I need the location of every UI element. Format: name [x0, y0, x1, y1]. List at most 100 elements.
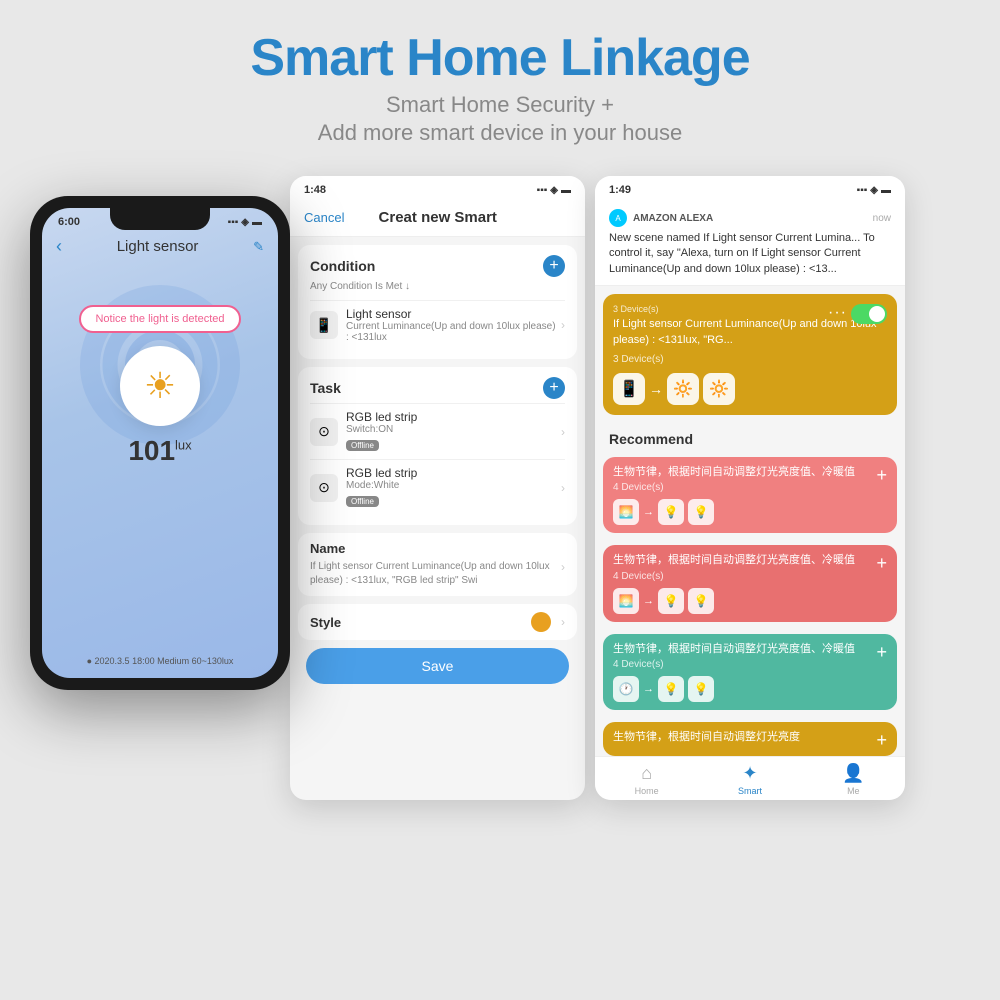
- rc1-icon3: 💡: [688, 499, 714, 525]
- save-button[interactable]: Save: [306, 648, 569, 684]
- active-scene-card[interactable]: 3 Device(s) If Light sensor Current Lumi…: [603, 294, 897, 415]
- rgb2-item[interactable]: ⊙ RGB led strip Mode:White Offline ›: [310, 459, 565, 515]
- toggle-circle: [869, 306, 885, 322]
- me-nav-icon: 👤: [842, 763, 864, 784]
- rc4-title: 生物节律，根据时间自动调整灯光亮度: [613, 730, 887, 745]
- subtitle-line1: Smart Home Security +: [20, 92, 980, 118]
- screen1-time: 1:48: [304, 184, 326, 196]
- rc2-icon3: 💡: [688, 588, 714, 614]
- rc1-icon2: 💡: [658, 499, 684, 525]
- arrow-icon: →: [649, 381, 663, 397]
- screen2-signal-icon: ▪▪▪: [857, 185, 868, 196]
- rgb1-icon: ⊙: [310, 418, 338, 446]
- device-icon-2: 🔆: [667, 373, 699, 405]
- rc2-icon1: 🌅: [613, 588, 639, 614]
- rgb2-sub: Mode:White: [346, 480, 557, 491]
- phone-status-icons: ▪▪▪ ◈ ▬: [228, 217, 262, 228]
- app-screens: 1:48 ▪▪▪ ◈ ▬ Cancel Creat new Smart Cond…: [290, 176, 970, 800]
- light-sensor-item[interactable]: 📱 Light sensor Current Luminance(Up and …: [310, 300, 565, 349]
- add-condition-button[interactable]: +: [543, 255, 565, 277]
- add-rc4-button[interactable]: +: [876, 730, 887, 751]
- phone-notch: [110, 208, 210, 230]
- style-color-dot: [531, 612, 551, 632]
- style-section[interactable]: Style ›: [298, 604, 577, 640]
- alexa-notification: A AMAZON ALEXA now New scene named If Li…: [595, 201, 905, 286]
- screen1-status-bar: 1:48 ▪▪▪ ◈ ▬: [290, 176, 585, 201]
- lux-unit: lux: [175, 438, 192, 453]
- rc1-icon1: 🌅: [613, 499, 639, 525]
- rc2-title: 生物节律，根据时间自动调整灯光亮度值、冷暖值: [613, 553, 887, 568]
- task-header: Task +: [310, 377, 565, 399]
- more-options-button[interactable]: ···: [828, 304, 847, 322]
- bottom-nav: ⌂ Home ✦ Smart 👤 Me: [595, 756, 905, 800]
- nav-smart[interactable]: ✦ Smart: [698, 763, 801, 796]
- rc1-title: 生物节律，根据时间自动调整灯光亮度值、冷暖值: [613, 465, 887, 480]
- screen1-header: Cancel Creat new Smart: [290, 201, 585, 237]
- task-section: Task + ⊙ RGB led strip Switch:ON Offline…: [298, 367, 577, 525]
- condition-subtitle: Any Condition Is Met ↓: [310, 281, 565, 292]
- rc2-arrow: →: [643, 595, 654, 607]
- name-value: If Light sensor Current Luminance(Up and…: [310, 560, 557, 588]
- recommend-card-2[interactable]: 生物节律，根据时间自动调整灯光亮度值、冷暖值 4 Device(s) 🌅 → 💡…: [603, 545, 897, 621]
- me-nav-label: Me: [847, 786, 860, 796]
- condition-section: Condition + Any Condition Is Met ↓ 📱 Lig…: [298, 245, 577, 359]
- recommend-card-1[interactable]: 生物节律，根据时间自动调整灯光亮度值、冷暖值 4 Device(s) 🌅 → 💡…: [603, 457, 897, 533]
- screen1-battery-icon: ▬: [561, 185, 571, 196]
- screen1-status-icons: ▪▪▪ ◈ ▬: [537, 185, 571, 196]
- rc3-icon2: 💡: [658, 676, 684, 702]
- home-nav-label: Home: [635, 786, 659, 796]
- main-title: Smart Home Linkage: [20, 28, 980, 88]
- name-label: Name: [310, 541, 565, 556]
- rgb2-icon: ⊙: [310, 474, 338, 502]
- lux-number: 101: [128, 435, 175, 466]
- active-scene-devices-label: 3 Device(s): [613, 354, 887, 365]
- nav-home[interactable]: ⌂ Home: [595, 763, 698, 796]
- light-sensor-sub: Current Luminance(Up and down 10lux plea…: [346, 321, 557, 343]
- style-label: Style: [310, 615, 341, 630]
- rc3-devices: 4 Device(s): [613, 659, 887, 670]
- recommend-label: Recommend: [595, 423, 905, 451]
- sun-icon-circle: ☀: [120, 346, 200, 426]
- back-arrow-icon[interactable]: ‹: [56, 236, 62, 257]
- notice-bubble: Notice the light is detected: [79, 305, 240, 333]
- screen1-signal-icon: ▪▪▪: [537, 185, 548, 196]
- phone-screen-title: Light sensor: [117, 238, 199, 255]
- task-title: Task: [310, 380, 341, 396]
- screen2-wifi-icon: ◈: [870, 185, 878, 196]
- rc1-devices: 4 Device(s): [613, 482, 887, 493]
- screen2-card: 1:49 ▪▪▪ ◈ ▬ A AMAZON ALEXA now New scen…: [595, 176, 905, 800]
- screen1-card: 1:48 ▪▪▪ ◈ ▬ Cancel Creat new Smart Cond…: [290, 176, 585, 800]
- name-chevron-icon[interactable]: ›: [561, 560, 565, 574]
- rgb1-item[interactable]: ⊙ RGB led strip Switch:ON Offline ›: [310, 403, 565, 459]
- rc3-title: 生物节律，根据时间自动调整灯光亮度值、冷暖值: [613, 642, 887, 657]
- rgb2-offline-badge: Offline: [346, 496, 379, 507]
- light-sensor-icon: 📱: [310, 311, 338, 339]
- alexa-header: A AMAZON ALEXA now: [609, 209, 891, 227]
- cancel-button[interactable]: Cancel: [304, 210, 344, 225]
- phone-time: 6:00: [58, 216, 80, 228]
- condition-header: Condition +: [310, 255, 565, 277]
- screen2-time: 1:49: [609, 184, 631, 196]
- recommend-card-4[interactable]: 生物节律，根据时间自动调整灯光亮度 +: [603, 722, 897, 755]
- recommend-card-3[interactable]: 生物节律，根据时间自动调整灯光亮度值、冷暖值 4 Device(s) 🕐 → 💡…: [603, 634, 897, 710]
- sun-symbol-icon: ☀: [144, 365, 176, 407]
- phone-bottom-info: ● 2020.3.5 18:00 Medium 60~130lux: [42, 656, 278, 666]
- rgb1-offline-badge: Offline: [346, 440, 379, 451]
- chevron-right-icon: ›: [561, 318, 565, 332]
- alexa-time: now: [873, 213, 891, 224]
- rgb2-chevron-icon: ›: [561, 481, 565, 495]
- nav-me[interactable]: 👤 Me: [802, 763, 905, 796]
- style-chevron-icon: ›: [561, 615, 565, 629]
- add-rc2-button[interactable]: +: [876, 553, 887, 574]
- edit-icon[interactable]: ✎: [253, 239, 264, 255]
- condition-title: Condition: [310, 258, 375, 274]
- wifi-icon: ◈: [241, 217, 249, 228]
- rc1-icons: 🌅 → 💡 💡: [613, 499, 887, 525]
- scene-toggle[interactable]: [851, 304, 887, 324]
- phone-header-bar: ‹ Light sensor ✎: [42, 232, 278, 265]
- add-rc3-button[interactable]: +: [876, 642, 887, 663]
- screen2-battery-icon: ▬: [881, 185, 891, 196]
- add-rc1-button[interactable]: +: [876, 465, 887, 486]
- add-task-button[interactable]: +: [543, 377, 565, 399]
- rc1-arrow: →: [643, 506, 654, 518]
